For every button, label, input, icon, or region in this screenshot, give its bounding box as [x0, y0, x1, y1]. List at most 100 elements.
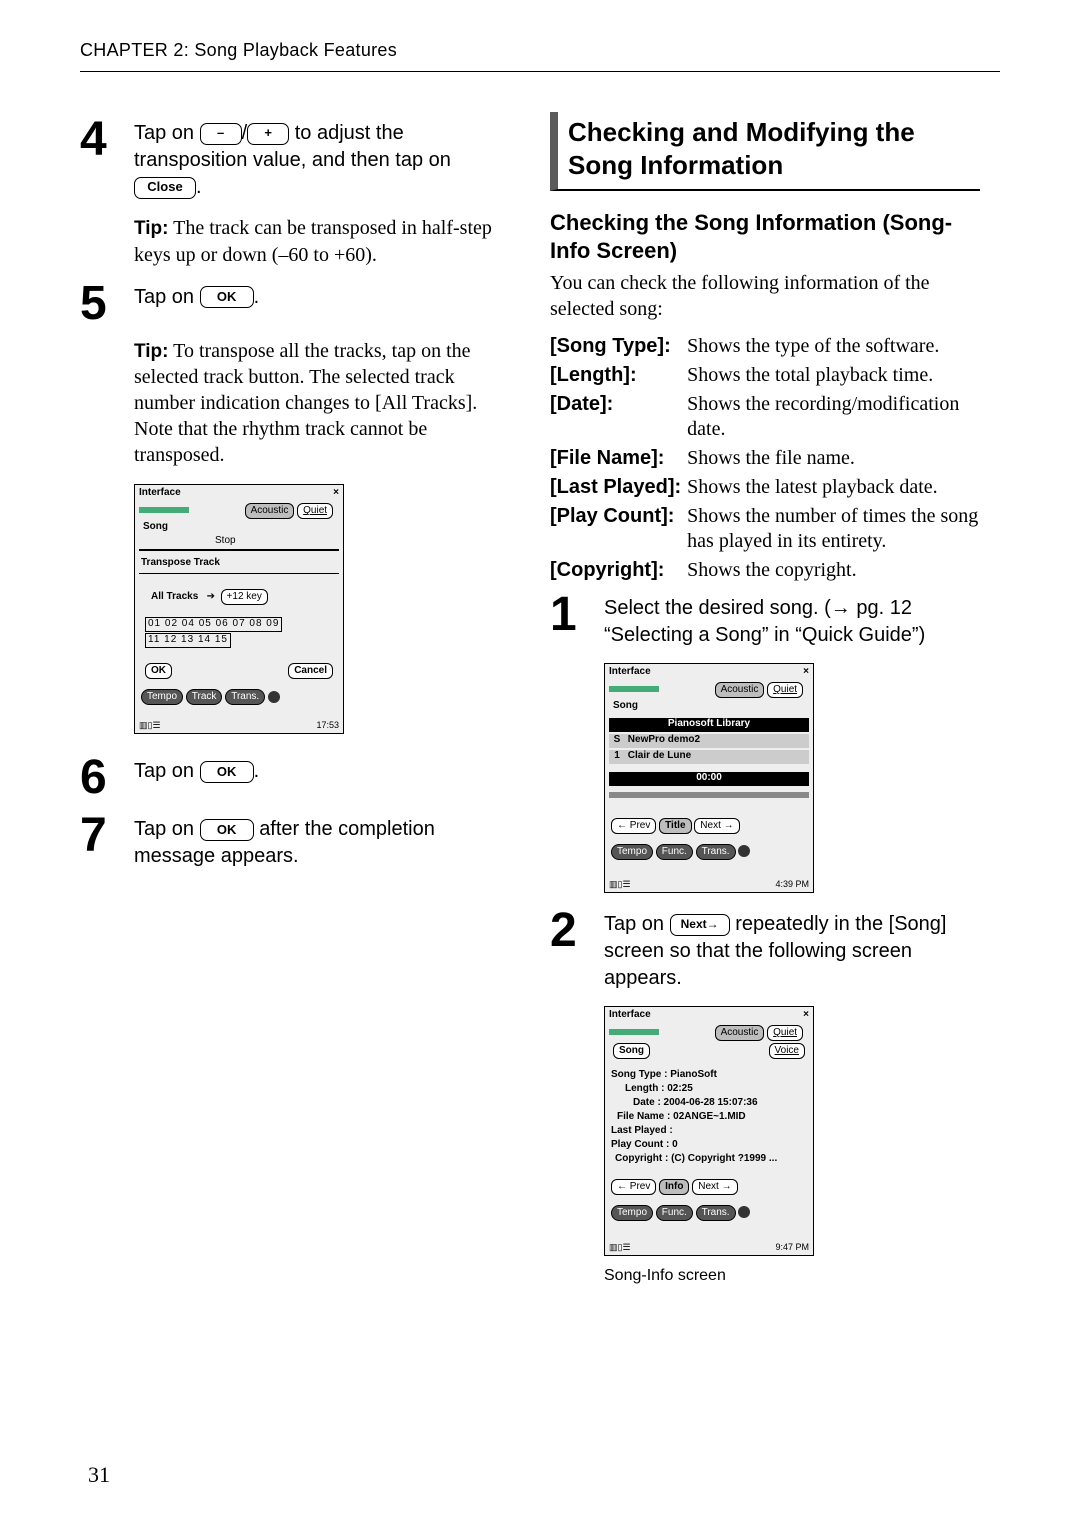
screenshot-song-info: Interface × Acoustic Quiet Song Voice So… — [604, 1006, 814, 1256]
info-row: [Date]:Shows the recording/modification … — [550, 390, 980, 444]
sshot3-l2: Length : 02:25 — [625, 1083, 693, 1096]
info-key: [Last Played]: — [550, 473, 687, 502]
sshot1-clock: 17:53 — [316, 720, 339, 731]
sshot3-trans: Trans. — [696, 1205, 736, 1221]
page-number: 31 — [88, 1462, 110, 1488]
sshot3-song: Song — [613, 1043, 650, 1059]
close-icon: × — [333, 487, 339, 500]
progress-bar — [609, 792, 809, 798]
next-button[interactable]: Next → — [670, 914, 730, 936]
close-icon: × — [803, 1009, 809, 1022]
sshot1-stop: Stop — [215, 535, 236, 548]
sshot3-title: Interface — [609, 1009, 651, 1022]
sshot1-song: Song — [143, 521, 168, 534]
right-column: Checking and Modifying the Song Informat… — [550, 112, 980, 1286]
sshot3-l6: Play Count : 0 — [611, 1139, 678, 1152]
sshot3-clock: 9:47 PM — [775, 1242, 809, 1253]
ok-button[interactable]: OK — [200, 761, 254, 783]
sshot2-time: 00:00 — [609, 772, 809, 786]
sshot2-library: Pianosoft Library — [609, 718, 809, 732]
info-val: Shows the copyright. — [687, 556, 980, 585]
dot-icon — [738, 845, 750, 857]
sshot3-l1: Song Type : PianoSoft — [611, 1069, 717, 1082]
sshot3-l4: File Name : 02ANGE~1.MID — [617, 1111, 746, 1124]
step-6: 6 Tap on OK. — [80, 758, 510, 798]
tab-acoustic: Acoustic — [715, 1025, 765, 1041]
sshot2-clock: 4:39 PM — [775, 879, 809, 890]
step4-text-a: Tap on — [134, 122, 194, 144]
section-title: Checking and Modifying the Song Informat… — [550, 112, 980, 191]
minus-button[interactable]: – — [200, 123, 242, 145]
tip4-text: The track can be transposed in half-step… — [134, 217, 492, 266]
info-row: [Song Type]:Shows the type of the softwa… — [550, 332, 980, 361]
right-step-1: 1 Select the desired song. (→ pg. 12 “Se… — [550, 595, 980, 649]
sshot1-track: Track — [186, 689, 223, 705]
intro-text: You can check the following information … — [550, 270, 980, 322]
plus-button[interactable]: + — [247, 123, 289, 145]
step-number: 4 — [80, 120, 128, 201]
sshot1-keyval: +12 key — [221, 589, 268, 605]
sshot2-trans: Trans. — [696, 844, 736, 860]
ok-button[interactable]: OK — [200, 286, 254, 308]
sshot2-title-tab: Title — [659, 818, 691, 834]
close-button[interactable]: Close — [134, 177, 196, 199]
sshot3-l5: Last Played : — [611, 1125, 673, 1138]
screenshot3-caption: Song-Info screen — [604, 1266, 980, 1286]
info-key: [Date]: — [550, 390, 687, 444]
info-key: [Length]: — [550, 361, 687, 390]
sshot3-l3: Date : 2004-06-28 15:07:36 — [633, 1097, 758, 1110]
sshot3-voice: Voice — [769, 1043, 805, 1059]
sshot3-info-tab: Info — [659, 1179, 689, 1195]
info-val: Shows the file name. — [687, 444, 980, 473]
tab-quiet: Quiet — [297, 503, 333, 519]
info-row: [Play Count]:Shows the number of times t… — [550, 502, 980, 556]
sshot3-func: Func. — [656, 1205, 693, 1221]
step-number: 2 — [550, 911, 598, 992]
sshot1-tracks-row1: 01 02 04 05 06 07 08 09 — [145, 617, 282, 632]
info-val: Shows the recording/modification date. — [687, 390, 980, 444]
tab-quiet: Quiet — [767, 1025, 803, 1041]
sshot3-tempo: Tempo — [611, 1205, 653, 1221]
step-7: 7 Tap on OK after the completion message… — [80, 816, 510, 870]
ok-button[interactable]: OK — [200, 819, 254, 841]
sshot2-title: Interface — [609, 666, 651, 679]
step-body: Tap on Next → repeatedly in the [Song] s… — [604, 911, 980, 992]
sshot3-prev: ← Prev — [611, 1179, 656, 1195]
step-4: 4 Tap on –/+ to adjust the transposition… — [80, 120, 510, 201]
step2-text-a: Tap on — [604, 913, 664, 935]
sshot1-tracks-row2: 11 12 13 14 15 — [145, 633, 231, 648]
sshot2-tempo: Tempo — [611, 844, 653, 860]
info-row: [Length]:Shows the total playback time. — [550, 361, 980, 390]
info-key: [Play Count]: — [550, 502, 687, 556]
screenshot-song-title: Interface × Acoustic Quiet Song Pianosof… — [604, 663, 814, 893]
rowname: Clair de Lune — [628, 750, 691, 761]
sshot1-tempo: Tempo — [141, 689, 183, 705]
step5-text-a: Tap on — [134, 286, 194, 308]
sshot2-next: Next → — [694, 818, 739, 834]
sshot2-prev: ← Prev — [611, 818, 656, 834]
step-body: Tap on –/+ to adjust the transposition v… — [134, 120, 510, 201]
info-key: [File Name]: — [550, 444, 687, 473]
sshot1-section: Transpose Track — [141, 557, 220, 570]
left-column: 4 Tap on –/+ to adjust the transposition… — [80, 112, 510, 1286]
info-row: [Last Played]:Shows the latest playback … — [550, 473, 980, 502]
info-val: Shows the type of the software. — [687, 332, 980, 361]
sshot3-next: Next → — [692, 1179, 737, 1195]
step5-period: . — [254, 286, 260, 308]
tip-4: Tip: The track can be transposed in half… — [134, 215, 510, 268]
info-val: Shows the total playback time. — [687, 361, 980, 390]
step-number: 5 — [80, 284, 128, 324]
statusbar-icons: ▥▯☰ — [609, 879, 631, 889]
sshot1-alltracks: All Tracks — [151, 591, 198, 602]
step-body: Tap on OK. — [134, 758, 259, 798]
step-number: 1 — [550, 595, 598, 649]
tab-acoustic: Acoustic — [715, 682, 765, 698]
info-row: [Copyright]:Shows the copyright. — [550, 556, 980, 585]
info-val: Shows the latest playback date. — [687, 473, 980, 502]
sshot2-song: Song — [613, 700, 638, 713]
divider — [139, 549, 339, 551]
divider — [139, 573, 339, 574]
step-body: Tap on OK. — [134, 284, 259, 324]
step7-text-a: Tap on — [134, 818, 194, 840]
rownum: 1 — [609, 750, 625, 763]
